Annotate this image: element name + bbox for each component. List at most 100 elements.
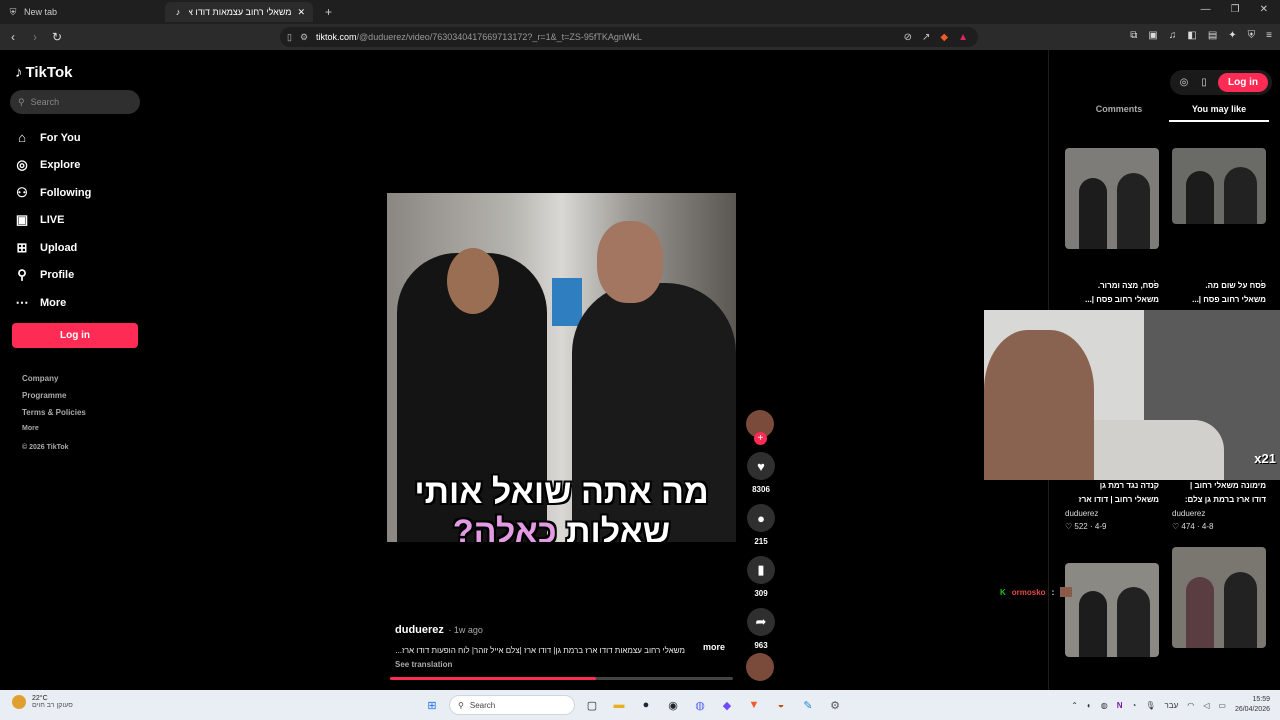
wallet-icon[interactable]: ▤ [1208, 30, 1217, 41]
menu-icon[interactable]: ≡ [1266, 30, 1272, 41]
vpn-icon[interactable]: ⛨ [1248, 30, 1256, 41]
suggested-title[interactable]: מימונה משאלי רחוב | דודו ארז ברמת גן צלם: [1172, 479, 1266, 507]
suggested-thumbnail[interactable] [1065, 148, 1159, 249]
suggested-author[interactable]: duduerez [1065, 507, 1098, 521]
video-username[interactable]: duduerez [395, 624, 444, 636]
tray-app-icon[interactable]: ◍ [1101, 701, 1108, 710]
footer-more-link[interactable]: More [22, 425, 86, 442]
brave-rewards-icon[interactable]: ▲ [958, 32, 968, 43]
shield-icon: ⛨ [9, 6, 17, 17]
nav-explore[interactable]: ◎ Explore [14, 152, 91, 180]
minimize-icon[interactable]: — [1201, 4, 1211, 15]
footer-company-link[interactable]: Company [22, 374, 86, 391]
share-action[interactable]: ➦ 963 [746, 608, 776, 650]
nav-more[interactable]: ⋯ More [14, 289, 91, 317]
clock[interactable]: 15:59 26/04/2026 [1235, 695, 1270, 715]
bookmark-icon[interactable]: ▮ [747, 556, 775, 584]
site-info-icon[interactable]: ⚙ [300, 32, 308, 43]
suggested-thumbnail[interactable] [1172, 547, 1266, 648]
close-window-icon[interactable]: ✕ [1260, 4, 1268, 15]
close-tab-icon[interactable]: ✕ [297, 7, 305, 18]
microphone-icon[interactable]: 🎙 [1145, 701, 1155, 710]
follow-plus-icon[interactable]: + [754, 432, 767, 445]
forward-icon[interactable]: › [26, 30, 44, 44]
heart-outline-icon: ♡ [1172, 522, 1180, 531]
task-view-icon[interactable]: ▢ [582, 695, 602, 715]
suggested-author[interactable]: duduerez [1172, 507, 1205, 521]
suggested-thumbnail[interactable] [1065, 563, 1159, 657]
share-arrow-icon[interactable]: ➦ [747, 608, 775, 636]
tray-app-icon[interactable]: ◔ [1132, 701, 1137, 710]
footer-terms-link[interactable]: Terms & Policies [22, 408, 86, 425]
see-translation-link[interactable]: See translation [395, 660, 730, 669]
right-login-button[interactable]: Log in [1218, 73, 1268, 92]
sidebar-toggle-icon[interactable]: ◧ [1187, 30, 1196, 41]
github-icon[interactable]: ◉ [663, 695, 683, 715]
discord-icon[interactable]: ◍ [690, 695, 710, 715]
taskbar-search[interactable]: ⚲ Search [449, 695, 575, 715]
tiktok-logo[interactable]: ♪ TikTok [15, 64, 72, 81]
weather-widget[interactable]: 22°C סעוקן רב חוים [12, 695, 73, 709]
file-explorer-icon[interactable]: ▬ [609, 695, 629, 715]
url-field[interactable]: ▯ ⚙ tiktok.com/@duduerez/video/763034041… [280, 27, 978, 47]
heart-icon[interactable]: ♥ [747, 452, 775, 480]
onenote-icon[interactable]: N [1117, 701, 1123, 710]
suggested-title[interactable]: קנדה נגד רמת גן משאלי רחוב | דודו ארז [1065, 479, 1159, 507]
tab-comments[interactable]: Comments [1069, 104, 1169, 122]
home-icon: ⌂ [18, 130, 26, 146]
input-language[interactable]: עבר [1165, 701, 1179, 710]
restore-icon[interactable]: ❐ [1231, 4, 1240, 15]
settings-icon[interactable]: ⚙ [825, 695, 845, 715]
tab-tiktok[interactable]: ♪ משאלי רחוב עצמאות דודו ארז ב ✕ [165, 2, 314, 22]
brave-shields-icon[interactable]: ◆ [940, 32, 948, 43]
share-icon[interactable]: ↗ [922, 32, 930, 43]
music-icon[interactable]: ♫ [1169, 30, 1177, 41]
search-placeholder: Search [30, 97, 60, 107]
video-player[interactable]: מה אתה שואל אותי שאלות כאלה? [387, 193, 736, 542]
footer-programme-link[interactable]: Programme [22, 391, 86, 408]
leo-icon[interactable]: ✦ [1228, 30, 1236, 41]
phone-icon[interactable]: ▯ [1198, 77, 1210, 88]
login-button[interactable]: Log in [12, 323, 138, 348]
new-tab-button[interactable]: + [325, 5, 332, 19]
game-icon[interactable]: ◒ [771, 695, 791, 715]
coin-icon[interactable]: ◎ [1178, 77, 1190, 88]
nav-profile[interactable]: ⚲ Profile [14, 262, 91, 290]
no-translate-icon[interactable]: ⊘ [904, 32, 912, 43]
nav-for-you[interactable]: ⌂ For You [14, 124, 91, 152]
proton-icon[interactable]: ◆ [717, 695, 737, 715]
like-action[interactable]: ♥ 8306 [746, 452, 776, 494]
comment-action[interactable]: ● 215 [746, 504, 776, 546]
tab-you-may-like[interactable]: You may like [1169, 104, 1269, 122]
reload-icon[interactable]: ↻ [48, 30, 66, 44]
brave-icon[interactable]: ▼ [744, 695, 764, 715]
save-action[interactable]: ▮ 309 [746, 556, 776, 598]
nav-following[interactable]: ⚇ Following [14, 179, 91, 207]
tab-new-tab[interactable]: ⛨ New tab [0, 2, 65, 22]
comment-icon[interactable]: ● [747, 504, 775, 532]
battery-icon[interactable]: ▭ [1218, 701, 1226, 710]
screenshot-icon[interactable]: ▣ [1148, 30, 1157, 41]
creator-avatar[interactable]: + [746, 410, 774, 445]
extensions-icon[interactable]: ⧉ [1130, 30, 1137, 41]
suggested-title[interactable]: פסח, מצה ומרור. משאלי רחוב פסח |... [1065, 279, 1159, 307]
suggested-thumbnail[interactable] [1172, 148, 1266, 224]
bookmark-icon[interactable]: ▯ [287, 32, 292, 43]
tray-chevron-icon[interactable]: ⌃ [1071, 701, 1078, 710]
nav-upload[interactable]: ⊞ Upload [14, 234, 91, 262]
video-progress-bar[interactable] [390, 677, 733, 680]
kebab-icon[interactable]: ⋮ [1257, 279, 1266, 290]
wifi-icon[interactable]: ◠ [1187, 701, 1194, 710]
search-input[interactable]: ⚲ Search [10, 90, 140, 114]
tray-app-icon[interactable]: ◐ [1087, 701, 1092, 710]
steam-icon[interactable]: ● [636, 695, 656, 715]
windows-start-icon[interactable]: ⊞ [422, 695, 442, 715]
feather-icon[interactable]: ✎ [798, 695, 818, 715]
back-icon[interactable]: ‹ [4, 30, 22, 44]
volume-icon[interactable]: ◁ [1203, 701, 1209, 710]
nav-live[interactable]: ▣ LIVE [14, 207, 91, 235]
more-link[interactable]: more [703, 642, 725, 652]
kebab-icon[interactable]: ⋮ [1150, 279, 1159, 290]
music-disc-avatar[interactable] [746, 653, 774, 681]
suggested-title[interactable]: פסח על שום מה. משאלי רחוב פסח |... [1172, 279, 1266, 307]
